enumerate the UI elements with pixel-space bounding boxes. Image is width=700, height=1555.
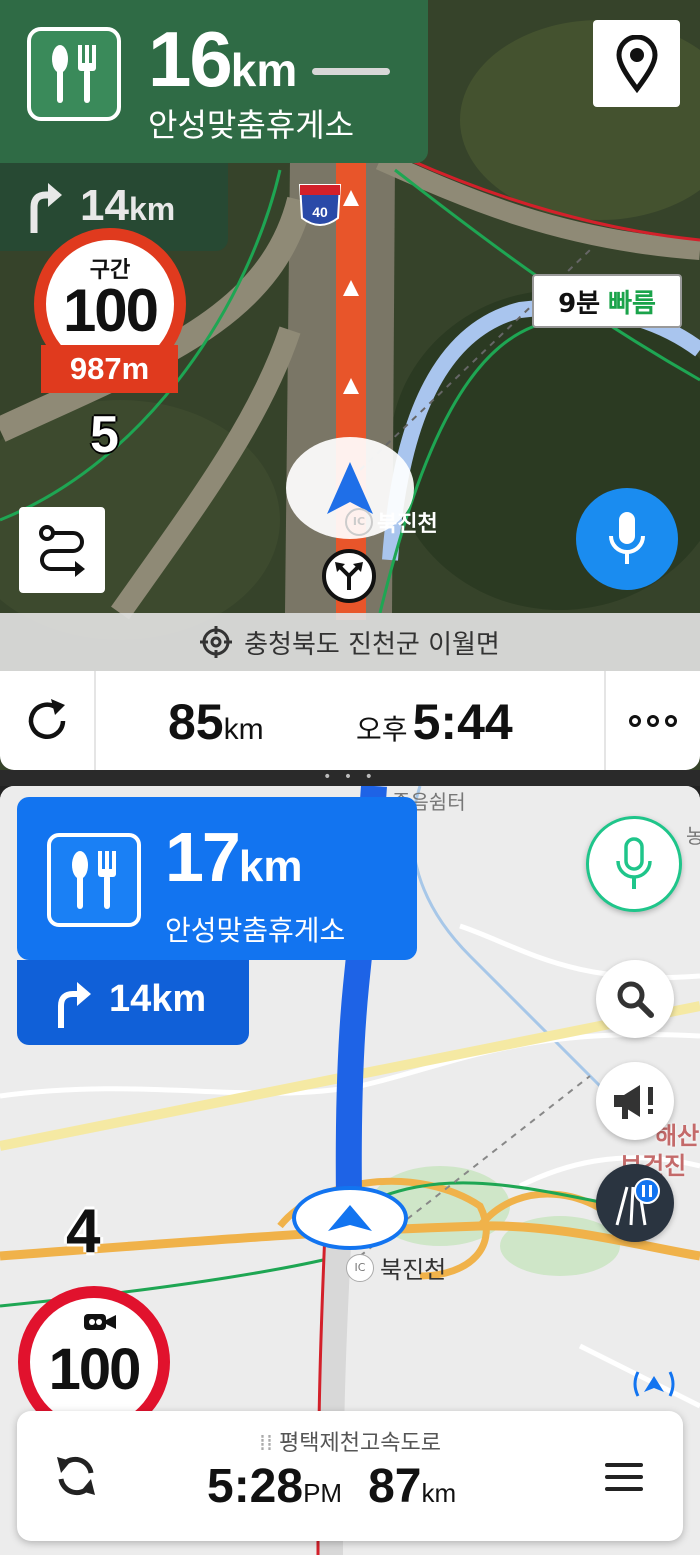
- poi-name: 안성맞춤휴게소: [165, 914, 346, 947]
- navigation-arrow-icon: [328, 1205, 372, 1231]
- reroute-button[interactable]: [49, 1449, 103, 1507]
- remaining-distance: 85km: [168, 694, 264, 750]
- search-icon: [617, 981, 654, 1018]
- svg-text:40: 40: [312, 204, 328, 220]
- microphone-icon: [609, 512, 645, 564]
- microphone-icon: [616, 837, 652, 889]
- reroute-icon: [57, 1456, 95, 1496]
- auto-mode-indicator: [630, 1370, 678, 1405]
- refresh-icon: [28, 698, 66, 739]
- location-pin-button[interactable]: [593, 20, 680, 107]
- interchange-label: IC 북진천: [345, 506, 438, 538]
- interchange-label: IC 북진천: [346, 1250, 446, 1285]
- poi-distance: 17km: [165, 818, 303, 896]
- restaurant-icon: [47, 833, 141, 927]
- poi-guidance-card[interactable]: 17km 안성맞춤휴게소: [17, 797, 417, 960]
- current-road-name: ⁞⁞ 평택제천고속도로: [259, 1431, 441, 1456]
- turn-right-arrow-icon: [30, 183, 62, 233]
- camera-icon: [84, 1314, 116, 1330]
- route-shield-40: 40: [298, 184, 342, 226]
- turn-right-arrow-icon: [58, 982, 91, 1028]
- faster-route-bubble[interactable]: 9분 빠름: [532, 274, 682, 328]
- divider-dash: [312, 68, 390, 75]
- split-view-handle[interactable]: • • •: [0, 770, 700, 786]
- more-options-button[interactable]: [604, 671, 700, 770]
- trip-status-bar: ⁞⁞ 평택제천고속도로 5:28PM 87km: [17, 1411, 683, 1541]
- poi-distance: 16km: [148, 15, 298, 103]
- junction-split-icon: [322, 549, 376, 603]
- megaphone-icon: [614, 1085, 653, 1119]
- trip-status-bar: 85km 오후 5:44: [0, 671, 700, 770]
- report-button[interactable]: [596, 1062, 674, 1140]
- voice-search-button[interactable]: [586, 816, 682, 912]
- menu-button[interactable]: [605, 1461, 643, 1497]
- more-dots-icon: [629, 714, 677, 727]
- section-remaining-distance: 987m: [41, 345, 178, 393]
- rest-area-icon: [615, 1178, 660, 1226]
- poi-name: 안성맞춤휴게소: [148, 106, 355, 144]
- top-navigation-view: 40 16km 안성맞춤휴게소 14km 구간 100 987m 5 9분 빠름…: [0, 0, 700, 770]
- arrival-time: 오후 5:44: [356, 694, 513, 750]
- restaurant-icon: [27, 27, 121, 121]
- route-options-button[interactable]: [19, 507, 105, 593]
- place-label-edge: 농: [686, 824, 700, 848]
- address-text: 충청북도 진천군 이월면: [244, 629, 500, 660]
- current-position-marker: [292, 1186, 408, 1250]
- arrival-info: 5:28PM 87km: [207, 1460, 457, 1513]
- lane-count: 5: [90, 406, 119, 464]
- crosshair-icon: [200, 626, 233, 658]
- route-icon: [39, 525, 85, 577]
- map-pin-icon: [615, 34, 658, 93]
- search-button[interactable]: [596, 960, 674, 1038]
- next-turn-panel: 14km: [17, 960, 249, 1045]
- current-address-bar: 충청북도 진천군 이월면: [0, 613, 700, 671]
- bottom-navigation-view: 졸음쉼터 농 해산 보건진료 17km 안성맞춤휴게소 14km: [0, 786, 700, 1555]
- poi-guidance-banner[interactable]: 16km 안성맞춤휴게소: [0, 0, 428, 163]
- voice-search-button[interactable]: [576, 488, 678, 590]
- hamburger-menu-icon: [605, 1463, 643, 1491]
- rest-area-button[interactable]: [596, 1164, 674, 1242]
- refresh-button[interactable]: [0, 671, 96, 770]
- lane-count: 4: [66, 1197, 101, 1266]
